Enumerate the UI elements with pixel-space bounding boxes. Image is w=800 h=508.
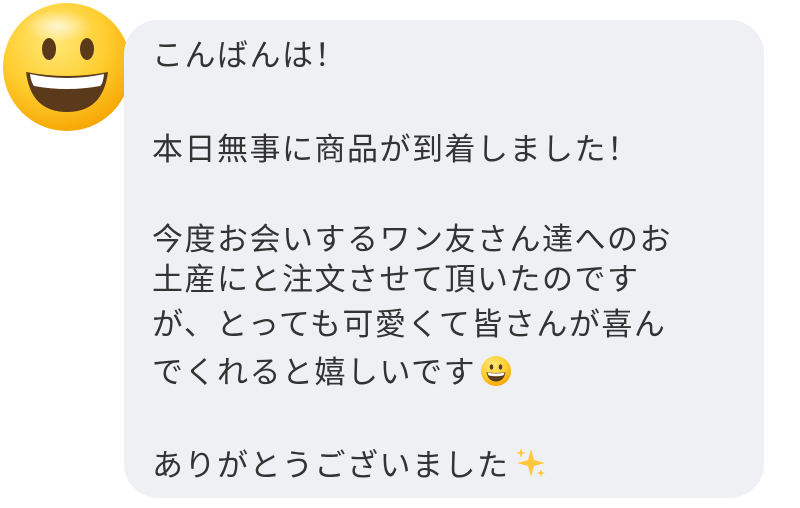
message-greeting: こんばんは！: [152, 38, 347, 74]
sparkles-icon: [514, 446, 548, 486]
grinning-face-icon: [480, 355, 512, 393]
message-bubble[interactable]: [124, 20, 764, 498]
message-body-line-2: 土産にと注文させて頂いたのです: [152, 262, 640, 298]
message-thanks: ありがとうございました: [152, 448, 510, 484]
message-arrival: 本日無事に商品が到着しました！: [152, 132, 640, 168]
message-body-line-4-row: でくれると嬉しいです: [152, 355, 512, 393]
message-body-line-1: 今度お会いするワン友さん達へのお: [152, 222, 672, 258]
message-thanks-row: ありがとうございました: [152, 446, 548, 486]
message-body-line-3: が、とっても可愛くて皆さんが喜ん: [152, 307, 667, 343]
avatar[interactable]: [0, 0, 134, 134]
smiley-face-icon: [3, 3, 131, 131]
message-body-line-4: でくれると嬉しいです: [152, 355, 477, 391]
